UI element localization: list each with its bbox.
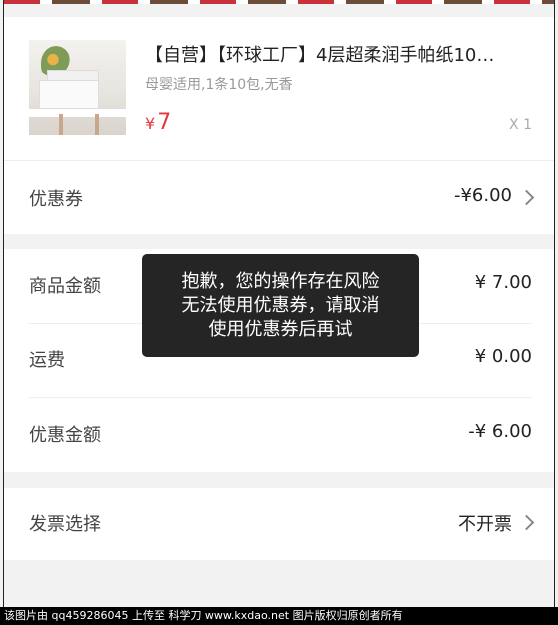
shipping-value: ¥ 0.00 xyxy=(474,346,532,367)
goods-amount-label: 商品金额 xyxy=(29,276,101,297)
shipping-label: 运费 xyxy=(29,350,65,371)
product-image-box xyxy=(39,80,99,110)
risk-warning-toast: 抱歉，您的操作存在风险 无法使用优惠券，请取消 使用优惠券后再试 xyxy=(142,254,419,357)
product-card[interactable]: 【自营】【环球工厂】4层超柔润手帕纸10… 母婴适用,1条10包,无香 ¥7 X… xyxy=(4,17,554,160)
invoice-value: 不开票 xyxy=(458,514,512,535)
product-price: ¥7 xyxy=(145,110,171,135)
divider xyxy=(29,397,532,398)
toast-line: 使用优惠券后再试 xyxy=(208,318,353,340)
price-currency: ¥ xyxy=(145,114,156,133)
product-image-table xyxy=(29,108,126,117)
product-image-table-leg xyxy=(59,114,63,135)
address-decor-stripe xyxy=(4,0,554,4)
coupon-value: -¥6.00 xyxy=(453,185,512,206)
product-title[interactable]: 【自营】【环球工厂】4层超柔润手帕纸10… xyxy=(145,41,535,67)
chevron-right-icon xyxy=(518,514,535,531)
coupon-label: 优惠券 xyxy=(29,189,83,210)
product-quantity: X 1 xyxy=(509,117,532,133)
discount-value: -¥ 6.00 xyxy=(468,421,532,442)
watermark-bar: 该图片由 qq459286045 上传至 科学刀 www.kxdao.net 图… xyxy=(0,607,558,625)
goods-amount-value: ¥ 7.00 xyxy=(474,272,532,293)
toast-line: 抱歉，您的操作存在风险 xyxy=(181,270,380,292)
product-image[interactable] xyxy=(29,40,126,135)
product-image-table-leg xyxy=(95,114,99,135)
coupon-row[interactable]: 优惠券 -¥6.00 xyxy=(4,160,554,234)
product-spec: 母婴适用,1条10包,无香 xyxy=(145,77,293,93)
toast-line: 无法使用优惠券，请取消 xyxy=(181,294,380,316)
chevron-right-icon xyxy=(518,189,535,206)
invoice-label: 发票选择 xyxy=(29,514,101,535)
price-value: 7 xyxy=(157,110,172,135)
invoice-row[interactable]: 发票选择 不开票 xyxy=(4,488,554,560)
discount-label: 优惠金额 xyxy=(29,425,101,446)
